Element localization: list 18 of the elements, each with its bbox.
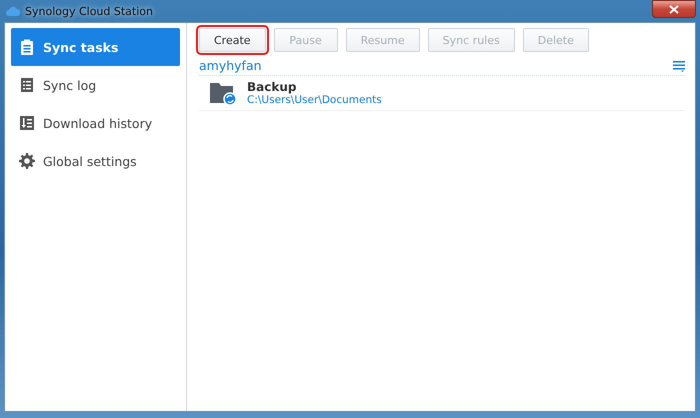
sync-folder-icon — [209, 81, 237, 105]
task-path: C:\Users\User\Documents — [247, 94, 382, 106]
account-name: amyhyfan — [199, 58, 262, 73]
close-button[interactable] — [652, 0, 696, 18]
toolbar-button[interactable]: Create — [199, 28, 266, 52]
task-name: Backup — [247, 80, 298, 94]
cloud-icon — [6, 6, 20, 16]
download-list-icon — [19, 115, 35, 131]
sidebar-item[interactable]: Download history — [11, 104, 180, 142]
sidebar-item[interactable]: Global settings — [11, 142, 180, 180]
list-icon — [19, 77, 35, 93]
window-title: Synology Cloud Station — [25, 4, 153, 18]
menu-icon[interactable] — [673, 60, 685, 72]
settings-icon — [19, 153, 35, 169]
clipboard-icon — [19, 39, 35, 55]
sidebar-item[interactable]: Sync log — [11, 66, 180, 104]
sidebar-item[interactable]: Sync tasks — [11, 28, 180, 66]
close-icon — [669, 4, 679, 14]
